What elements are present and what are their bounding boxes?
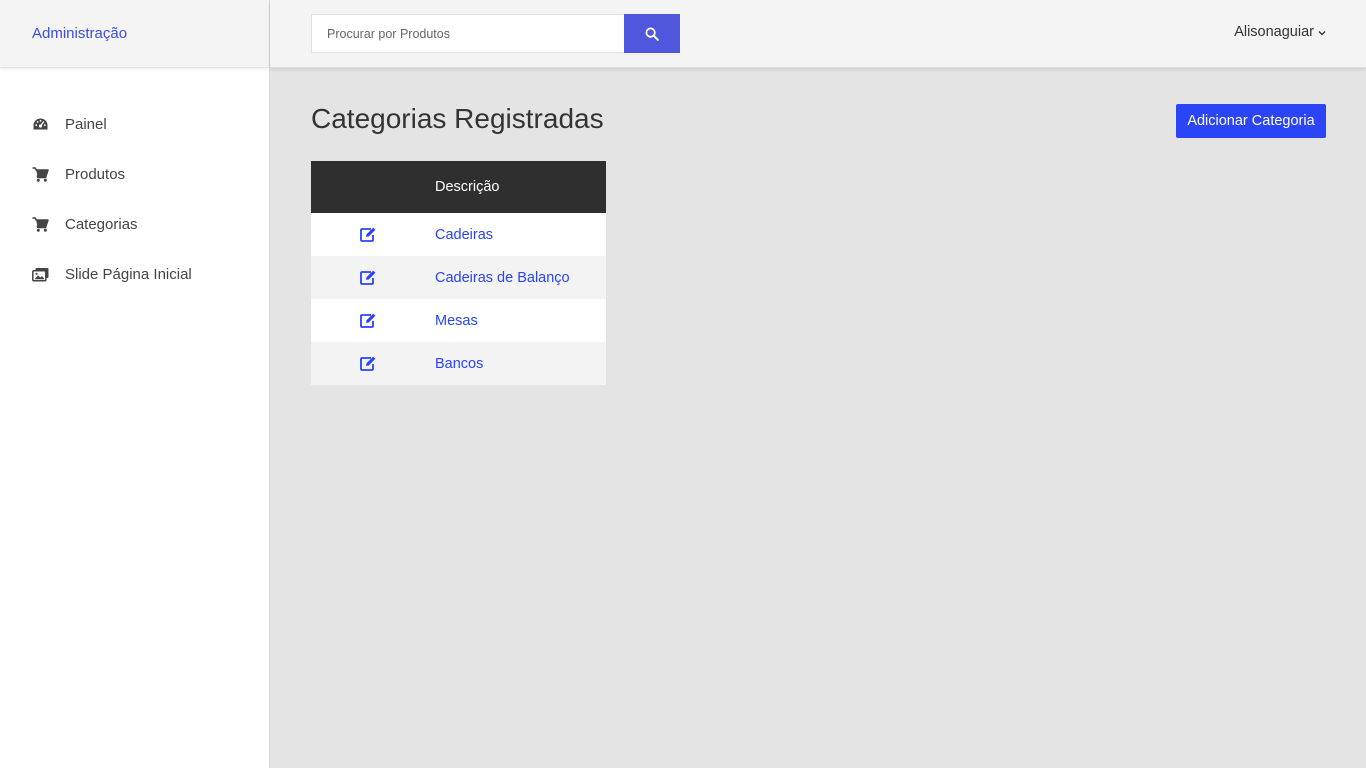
table-row: Cadeiras bbox=[311, 213, 606, 256]
images-icon bbox=[32, 266, 49, 282]
add-category-button[interactable]: Adicionar Categoria bbox=[1176, 104, 1326, 138]
dashboard-icon bbox=[32, 116, 49, 132]
sidebar-item-categorias[interactable]: Categorias bbox=[0, 199, 269, 249]
table-header: Descrição bbox=[311, 161, 606, 213]
edit-cell bbox=[311, 356, 435, 371]
category-link[interactable]: Cadeiras de Balanço bbox=[435, 270, 570, 286]
user-menu[interactable]: Alisonaguiar bbox=[1234, 24, 1326, 40]
edit-icon[interactable] bbox=[359, 270, 377, 285]
search-button[interactable] bbox=[624, 14, 680, 53]
brand-bar: Administração bbox=[0, 0, 269, 68]
sidebar-item-produtos[interactable]: Produtos bbox=[0, 149, 269, 199]
top-bar: Alisonaguiar bbox=[270, 0, 1366, 68]
edit-icon[interactable] bbox=[359, 356, 377, 371]
search-form bbox=[311, 14, 680, 53]
sidebar-item-painel[interactable]: Painel bbox=[0, 99, 269, 149]
search-input[interactable] bbox=[311, 14, 624, 53]
cart-icon bbox=[32, 166, 49, 182]
categories-table: Descrição Cadeiras Cadeiras de Balanço M… bbox=[311, 161, 606, 385]
user-name: Alisonaguiar bbox=[1234, 24, 1314, 40]
chevron-down-icon bbox=[1318, 24, 1326, 40]
edit-cell bbox=[311, 227, 435, 242]
sidebar-item-label: Painel bbox=[65, 115, 107, 133]
sidebar: Administração Painel Produtos Categorias… bbox=[0, 0, 270, 768]
cart-icon bbox=[32, 216, 49, 232]
table-row: Mesas bbox=[311, 299, 606, 342]
edit-cell bbox=[311, 270, 435, 285]
sidebar-item-label: Slide Página Inicial bbox=[65, 265, 192, 283]
table-row: Bancos bbox=[311, 342, 606, 385]
sidebar-item-label: Produtos bbox=[65, 165, 126, 183]
page-title: Categorias Registradas bbox=[311, 103, 604, 134]
brand-link[interactable]: Administração bbox=[32, 25, 127, 42]
sidebar-item-slide[interactable]: Slide Página Inicial bbox=[0, 249, 269, 299]
table-row: Cadeiras de Balanço bbox=[311, 256, 606, 299]
category-link[interactable]: Cadeiras bbox=[435, 227, 493, 243]
table-body: Cadeiras Cadeiras de Balanço Mesas Banco… bbox=[311, 213, 606, 385]
sidebar-item-label: Categorias bbox=[65, 215, 138, 233]
category-link[interactable]: Bancos bbox=[435, 356, 483, 372]
column-header-description: Descrição bbox=[435, 179, 500, 195]
category-link[interactable]: Mesas bbox=[435, 313, 478, 329]
edit-icon[interactable] bbox=[359, 313, 377, 328]
sidebar-nav: Painel Produtos Categorias Slide Página … bbox=[0, 99, 269, 299]
edit-cell bbox=[311, 313, 435, 328]
edit-icon[interactable] bbox=[359, 227, 377, 242]
search-icon bbox=[645, 27, 659, 41]
